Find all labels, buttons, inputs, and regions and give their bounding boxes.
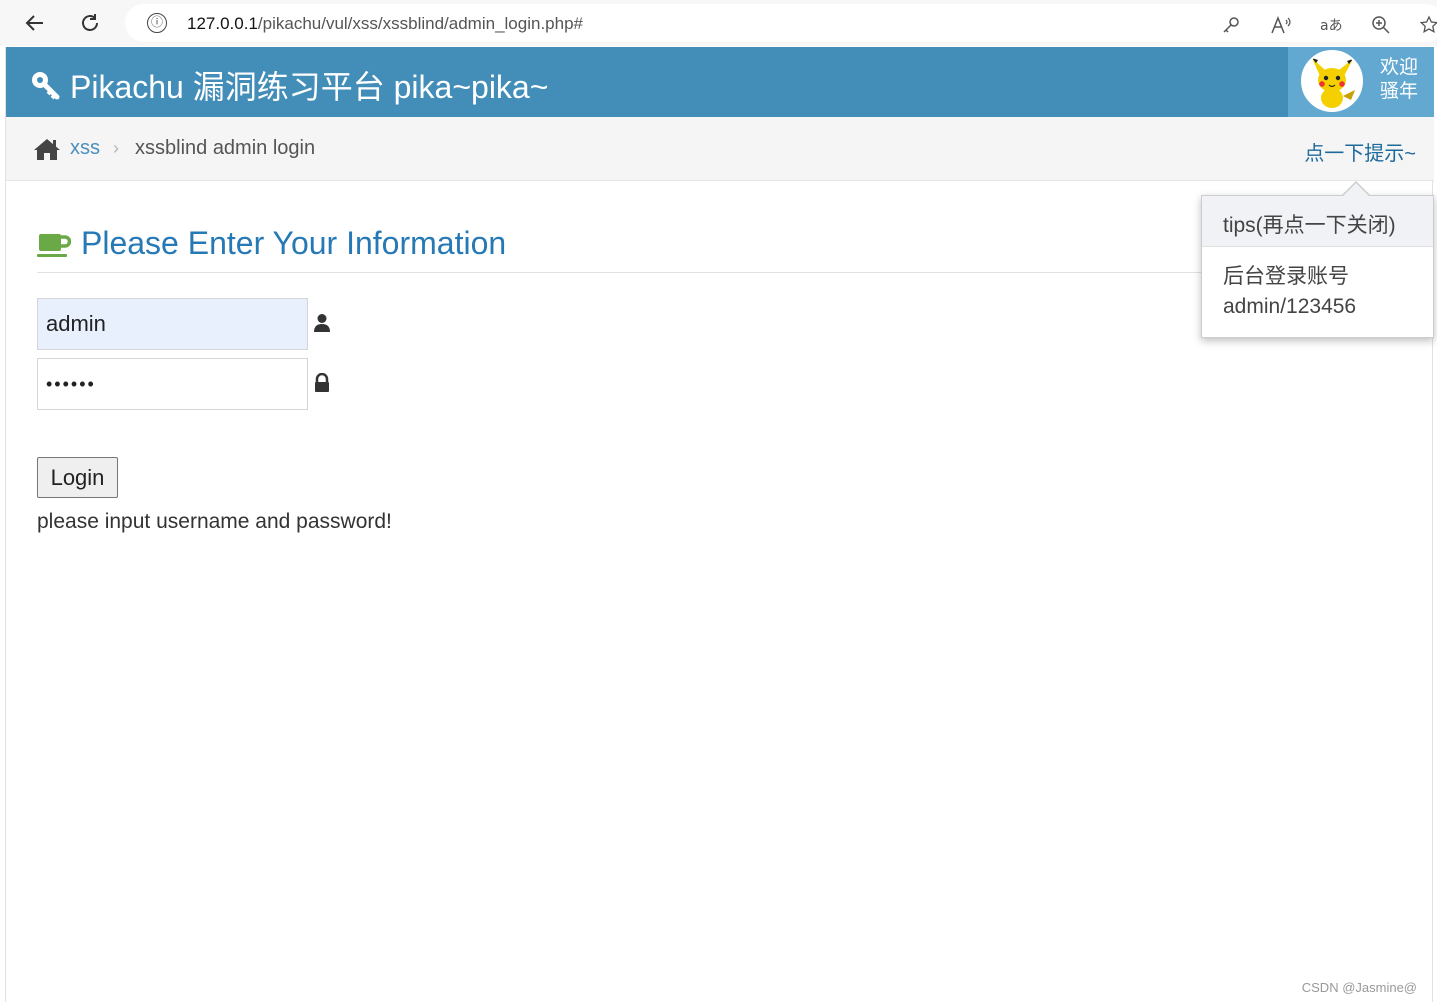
username-input[interactable]: [37, 298, 308, 350]
info-icon[interactable]: ⓘ: [147, 13, 167, 33]
url-text[interactable]: 127.0.0.1/pikachu/vul/xss/xssblind/admin…: [187, 14, 583, 34]
url-path: /pikachu/vul/xss/xssblind/admin_login.ph…: [257, 14, 583, 33]
reload-button[interactable]: [75, 8, 105, 38]
breadcrumb: xss › xssblind admin login 点一下提示~: [6, 117, 1434, 181]
coffee-icon: [37, 234, 71, 257]
zoom-icon[interactable]: [1370, 14, 1392, 36]
breadcrumb-link-xss[interactable]: xss: [70, 137, 100, 160]
address-bar[interactable]: ⓘ 127.0.0.1/pikachu/vul/xss/xssblind/adm…: [125, 4, 1437, 42]
password-input[interactable]: [37, 358, 308, 410]
welcome-line2: 骚年: [1380, 81, 1419, 102]
page: Pikachu 漏洞练习平台 pika~pika~ 欢迎 骚年 xss › xs…: [5, 47, 1434, 1002]
url-host: 127.0.0.1: [187, 14, 258, 33]
favorite-star-icon[interactable]: [1418, 14, 1437, 36]
watermark: CSDN @Jasmine@: [1301, 980, 1417, 995]
popover-line2: admin/123456: [1223, 295, 1357, 318]
hint-link[interactable]: 点一下提示~: [1304, 137, 1416, 166]
read-aloud-icon[interactable]: [1270, 14, 1292, 36]
translate-icon[interactable]: aあ: [1320, 14, 1342, 36]
navbar: Pikachu 漏洞练习平台 pika~pika~ 欢迎 骚年: [6, 47, 1434, 117]
popover-title: tips(再点一下关闭): [1202, 196, 1433, 247]
popover-line1: 后台登录账号: [1223, 265, 1349, 288]
page-title: Please Enter Your Information: [81, 225, 507, 261]
back-button[interactable]: [20, 8, 50, 38]
popover-body: 后台登录账号 admin/123456: [1202, 247, 1433, 322]
key-icon[interactable]: [1220, 14, 1242, 36]
brand[interactable]: Pikachu 漏洞练习平台 pika~pika~: [28, 62, 548, 108]
reload-icon: [82, 14, 98, 31]
status-message: please input username and password!: [37, 510, 392, 533]
pikachu-avatar-icon: [1303, 52, 1361, 110]
tips-popover[interactable]: tips(再点一下关闭) 后台登录账号 admin/123456: [1201, 181, 1434, 338]
browser-toolbar: ⓘ 127.0.0.1/pikachu/vul/xss/xssblind/adm…: [0, 0, 1437, 46]
breadcrumb-separator: ›: [113, 138, 119, 158]
login-button[interactable]: Login: [37, 457, 118, 498]
popover-arrow-inner: [1342, 183, 1370, 197]
home-icon[interactable]: [33, 137, 61, 161]
user-icon: [314, 314, 330, 332]
arrow-left-icon: [25, 15, 43, 31]
key-icon: [32, 72, 60, 100]
brand-title: Pikachu 漏洞练习平台 pika~pika~: [70, 69, 549, 105]
svg-text:aあ: aあ: [1320, 18, 1342, 34]
avatar[interactable]: [1301, 50, 1363, 112]
lock-icon: [315, 373, 329, 392]
welcome-text: 欢迎 骚年: [1380, 56, 1418, 104]
breadcrumb-current: xssblind admin login: [135, 137, 316, 159]
welcome-line1: 欢迎: [1380, 57, 1419, 78]
user-menu[interactable]: 欢迎 骚年: [1288, 47, 1434, 117]
